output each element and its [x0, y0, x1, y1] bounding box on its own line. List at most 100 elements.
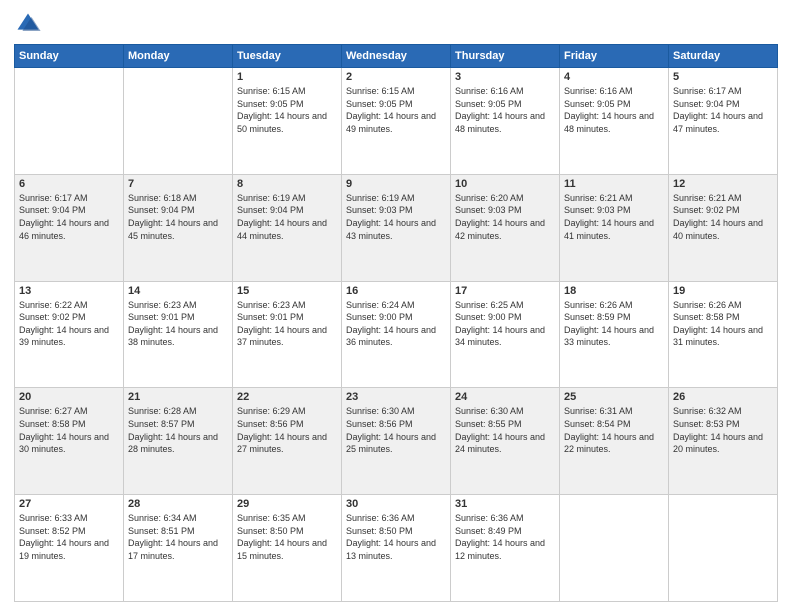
- day-info: Sunrise: 6:36 AM Sunset: 8:50 PM Dayligh…: [346, 512, 446, 562]
- day-number: 26: [673, 391, 773, 403]
- day-number: 5: [673, 71, 773, 83]
- weekday-header: Wednesday: [342, 45, 451, 68]
- day-number: 18: [564, 285, 664, 297]
- weekday-header: Thursday: [451, 45, 560, 68]
- calendar-cell: 27 Sunrise: 6:33 AM Sunset: 8:52 PM Dayli…: [15, 495, 124, 602]
- logo: [14, 10, 46, 38]
- day-info: Sunrise: 6:28 AM Sunset: 8:57 PM Dayligh…: [128, 405, 228, 455]
- calendar-cell: 2Sunrise: 6:15 AM Sunset: 9:05 PM Daylig…: [342, 68, 451, 175]
- day-number: 14: [128, 285, 228, 297]
- logo-icon: [14, 10, 42, 38]
- weekday-header: Monday: [124, 45, 233, 68]
- day-info: Sunrise: 6:30 AM Sunset: 8:56 PM Dayligh…: [346, 405, 446, 455]
- day-number: 16: [346, 285, 446, 297]
- day-info: Sunrise: 6:16 AM Sunset: 9:05 PM Dayligh…: [564, 85, 664, 135]
- day-info: Sunrise: 6:23 AM Sunset: 9:01 PM Dayligh…: [128, 299, 228, 349]
- calendar: SundayMondayTuesdayWednesdayThursdayFrid…: [14, 44, 778, 602]
- calendar-cell: 20 Sunrise: 6:27 AM Sunset: 8:58 PM Dayli…: [15, 388, 124, 495]
- calendar-cell: 3Sunrise: 6:16 AM Sunset: 9:05 PM Daylig…: [451, 68, 560, 175]
- calendar-cell: 25 Sunrise: 6:31 AM Sunset: 8:54 PM Dayli…: [560, 388, 669, 495]
- day-info: Sunrise: 6:23 AM Sunset: 9:01 PM Dayligh…: [237, 299, 337, 349]
- calendar-cell: [669, 495, 778, 602]
- header: [14, 10, 778, 38]
- day-info: Sunrise: 6:32 AM Sunset: 8:53 PM Dayligh…: [673, 405, 773, 455]
- calendar-cell: 16 Sunrise: 6:24 AM Sunset: 9:00 PM Dayli…: [342, 281, 451, 388]
- calendar-cell: 29Sunrise: 6:35 AM Sunset: 8:50 PM Dayli…: [233, 495, 342, 602]
- calendar-week-row: 1 Sunrise: 6:15 AM Sunset: 9:05 PM Daylig…: [15, 68, 778, 175]
- calendar-cell: 24 Sunrise: 6:30 AM Sunset: 8:55 PM Dayli…: [451, 388, 560, 495]
- day-info: Sunrise: 6:31 AM Sunset: 8:54 PM Dayligh…: [564, 405, 664, 455]
- calendar-cell: 21Sunrise: 6:28 AM Sunset: 8:57 PM Dayli…: [124, 388, 233, 495]
- day-info: Sunrise: 6:20 AM Sunset: 9:03 PM Dayligh…: [455, 192, 555, 242]
- page: SundayMondayTuesdayWednesdayThursdayFrid…: [0, 0, 792, 612]
- day-number: 24: [455, 391, 555, 403]
- day-info: Sunrise: 6:30 AM Sunset: 8:55 PM Dayligh…: [455, 405, 555, 455]
- calendar-cell: 12Sunrise: 6:21 AM Sunset: 9:02 PM Dayli…: [669, 174, 778, 281]
- day-number: 22: [237, 391, 337, 403]
- weekday-header: Saturday: [669, 45, 778, 68]
- calendar-cell: [560, 495, 669, 602]
- day-number: 6: [19, 178, 119, 190]
- calendar-cell: 23 Sunrise: 6:30 AM Sunset: 8:56 PM Dayli…: [342, 388, 451, 495]
- weekday-header: Tuesday: [233, 45, 342, 68]
- calendar-cell: [15, 68, 124, 175]
- calendar-cell: 19 Sunrise: 6:26 AM Sunset: 8:58 PM Dayli…: [669, 281, 778, 388]
- calendar-cell: 15Sunrise: 6:23 AM Sunset: 9:01 PM Dayli…: [233, 281, 342, 388]
- day-number: 13: [19, 285, 119, 297]
- calendar-cell: 14 Sunrise: 6:23 AM Sunset: 9:01 PM Dayli…: [124, 281, 233, 388]
- day-info: Sunrise: 6:19 AM Sunset: 9:03 PM Dayligh…: [346, 192, 446, 242]
- calendar-cell: 8Sunrise: 6:19 AM Sunset: 9:04 PM Daylig…: [233, 174, 342, 281]
- day-number: 7: [128, 178, 228, 190]
- calendar-cell: 4Sunrise: 6:16 AM Sunset: 9:05 PM Daylig…: [560, 68, 669, 175]
- calendar-week-row: 20 Sunrise: 6:27 AM Sunset: 8:58 PM Dayli…: [15, 388, 778, 495]
- day-number: 17: [455, 285, 555, 297]
- day-number: 20: [19, 391, 119, 403]
- day-info: Sunrise: 6:15 AM Sunset: 9:05 PM Dayligh…: [237, 85, 337, 135]
- calendar-cell: 5 Sunrise: 6:17 AM Sunset: 9:04 PM Daylig…: [669, 68, 778, 175]
- header-row: SundayMondayTuesdayWednesdayThursdayFrid…: [15, 45, 778, 68]
- weekday-header: Sunday: [15, 45, 124, 68]
- day-number: 28: [128, 498, 228, 510]
- day-info: Sunrise: 6:26 AM Sunset: 8:59 PM Dayligh…: [564, 299, 664, 349]
- day-info: Sunrise: 6:17 AM Sunset: 9:04 PM Dayligh…: [19, 192, 119, 242]
- weekday-header: Friday: [560, 45, 669, 68]
- calendar-cell: 1 Sunrise: 6:15 AM Sunset: 9:05 PM Daylig…: [233, 68, 342, 175]
- day-info: Sunrise: 6:36 AM Sunset: 8:49 PM Dayligh…: [455, 512, 555, 562]
- day-number: 31: [455, 498, 555, 510]
- calendar-cell: 31 Sunrise: 6:36 AM Sunset: 8:49 PM Dayli…: [451, 495, 560, 602]
- day-number: 27: [19, 498, 119, 510]
- calendar-cell: 30 Sunrise: 6:36 AM Sunset: 8:50 PM Dayli…: [342, 495, 451, 602]
- day-number: 3: [455, 71, 555, 83]
- calendar-week-row: 13 Sunrise: 6:22 AM Sunset: 9:02 PM Dayli…: [15, 281, 778, 388]
- day-number: 1: [237, 71, 337, 83]
- day-number: 25: [564, 391, 664, 403]
- day-info: Sunrise: 6:19 AM Sunset: 9:04 PM Dayligh…: [237, 192, 337, 242]
- calendar-cell: [124, 68, 233, 175]
- day-number: 12: [673, 178, 773, 190]
- day-info: Sunrise: 6:24 AM Sunset: 9:00 PM Dayligh…: [346, 299, 446, 349]
- calendar-week-row: 6 Sunrise: 6:17 AM Sunset: 9:04 PM Daylig…: [15, 174, 778, 281]
- day-info: Sunrise: 6:35 AM Sunset: 8:50 PM Dayligh…: [237, 512, 337, 562]
- day-info: Sunrise: 6:22 AM Sunset: 9:02 PM Dayligh…: [19, 299, 119, 349]
- day-info: Sunrise: 6:21 AM Sunset: 9:03 PM Dayligh…: [564, 192, 664, 242]
- day-info: Sunrise: 6:17 AM Sunset: 9:04 PM Dayligh…: [673, 85, 773, 135]
- calendar-cell: 28Sunrise: 6:34 AM Sunset: 8:51 PM Dayli…: [124, 495, 233, 602]
- calendar-cell: 22 Sunrise: 6:29 AM Sunset: 8:56 PM Dayli…: [233, 388, 342, 495]
- day-info: Sunrise: 6:26 AM Sunset: 8:58 PM Dayligh…: [673, 299, 773, 349]
- day-number: 9: [346, 178, 446, 190]
- day-info: Sunrise: 6:25 AM Sunset: 9:00 PM Dayligh…: [455, 299, 555, 349]
- day-number: 23: [346, 391, 446, 403]
- calendar-cell: 10Sunrise: 6:20 AM Sunset: 9:03 PM Dayli…: [451, 174, 560, 281]
- day-info: Sunrise: 6:15 AM Sunset: 9:05 PM Dayligh…: [346, 85, 446, 135]
- calendar-cell: 26 Sunrise: 6:32 AM Sunset: 8:53 PM Dayli…: [669, 388, 778, 495]
- calendar-cell: 13 Sunrise: 6:22 AM Sunset: 9:02 PM Dayli…: [15, 281, 124, 388]
- day-info: Sunrise: 6:33 AM Sunset: 8:52 PM Dayligh…: [19, 512, 119, 562]
- day-info: Sunrise: 6:27 AM Sunset: 8:58 PM Dayligh…: [19, 405, 119, 455]
- calendar-cell: 6 Sunrise: 6:17 AM Sunset: 9:04 PM Daylig…: [15, 174, 124, 281]
- calendar-cell: 9 Sunrise: 6:19 AM Sunset: 9:03 PM Daylig…: [342, 174, 451, 281]
- calendar-cell: 18 Sunrise: 6:26 AM Sunset: 8:59 PM Dayli…: [560, 281, 669, 388]
- day-number: 30: [346, 498, 446, 510]
- calendar-week-row: 27 Sunrise: 6:33 AM Sunset: 8:52 PM Dayli…: [15, 495, 778, 602]
- day-number: 19: [673, 285, 773, 297]
- day-info: Sunrise: 6:29 AM Sunset: 8:56 PM Dayligh…: [237, 405, 337, 455]
